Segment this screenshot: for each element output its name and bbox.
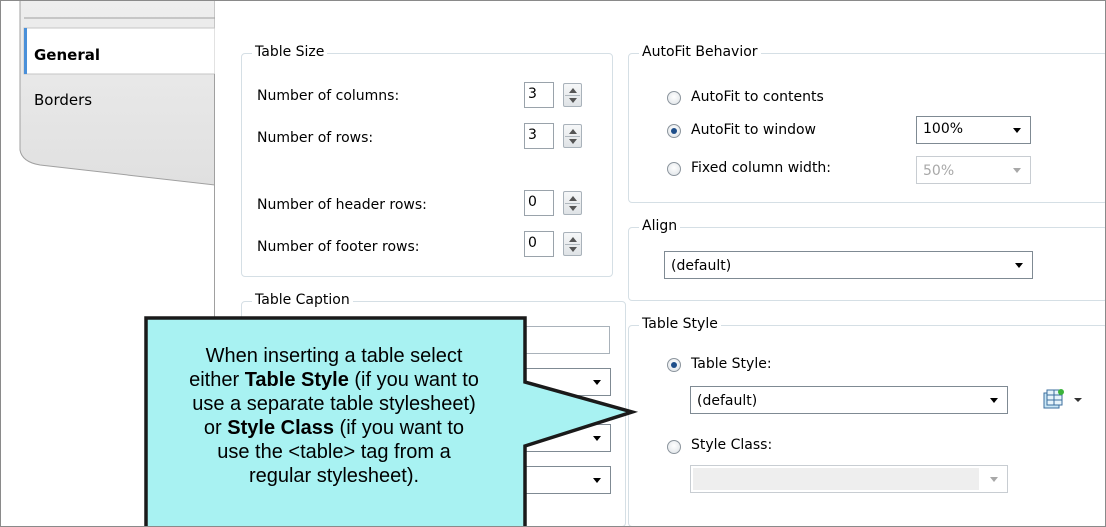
callout-line-2-post: (if you want to xyxy=(348,369,479,391)
callout-line-3: use a separate table stylesheet) xyxy=(192,393,476,415)
table-style-radio[interactable] xyxy=(667,358,681,372)
style-class-radio[interactable] xyxy=(667,440,681,454)
fixed-width-label[interactable]: Fixed column width: xyxy=(691,160,831,176)
table-stylesheet-icon[interactable] xyxy=(1043,388,1083,416)
align-value: (default) xyxy=(671,258,732,274)
autofit-title: AutoFit Behavior xyxy=(639,44,761,60)
table-style-select[interactable]: (default) xyxy=(690,386,1008,414)
table-style-label[interactable]: Table Style: xyxy=(691,356,772,372)
autofit-window-value: 100% xyxy=(923,121,964,137)
callout-line-6: regular stylesheet). xyxy=(248,465,420,487)
callout-line-4-post: (if you want to xyxy=(334,417,465,439)
style-class-label[interactable]: Style Class: xyxy=(691,437,772,453)
table-style-value: (default) xyxy=(697,393,758,409)
autofit-window-radio[interactable] xyxy=(667,124,681,138)
autofit-contents-label[interactable]: AutoFit to contents xyxy=(691,89,824,105)
align-title: Align xyxy=(639,218,681,234)
callout-text: When inserting a table select either Tab… xyxy=(148,344,520,488)
callout-line-4-pre: or xyxy=(203,417,228,439)
callout-line-2-pre: either xyxy=(189,369,245,391)
autofit-contents-radio[interactable] xyxy=(667,91,681,105)
fixed-width-value: 50% xyxy=(923,163,955,179)
autofit-window-label[interactable]: AutoFit to window xyxy=(691,122,816,138)
fixed-width-select[interactable]: 50% xyxy=(916,156,1031,184)
callout-line-4: or Style Class (if you want to xyxy=(148,416,520,440)
callout-style-class-bold: Style Class xyxy=(227,417,334,439)
callout-line-2: either Table Style (if you want to xyxy=(148,368,520,392)
callout-line-5: use the <table> tag from a xyxy=(217,441,451,463)
callout-table-style-bold: Table Style xyxy=(244,369,349,391)
align-select[interactable]: (default) xyxy=(664,251,1033,279)
style-class-select[interactable] xyxy=(690,465,1008,493)
callout-line-1: When inserting a table select xyxy=(205,345,463,367)
autofit-window-select[interactable]: 100% xyxy=(916,116,1031,144)
table-style-title: Table Style xyxy=(639,316,721,332)
fixed-width-radio[interactable] xyxy=(667,162,681,176)
